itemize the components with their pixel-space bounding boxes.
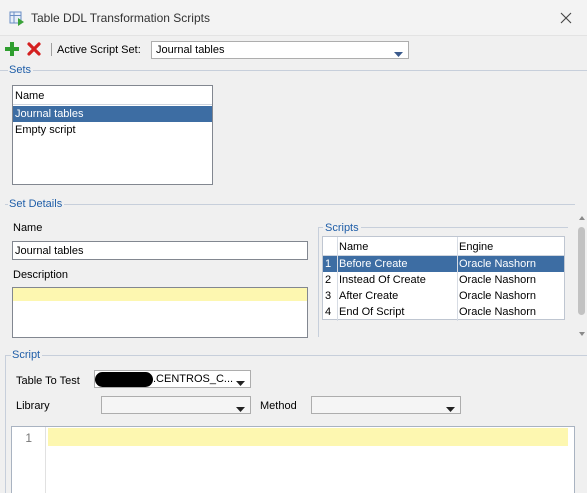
name-field-value: Journal tables	[15, 245, 84, 257]
delete-set-button[interactable]	[27, 42, 41, 56]
script-editor[interactable]: 1	[11, 426, 575, 493]
delete-x-icon	[27, 42, 41, 56]
active-script-set-label: Active Script Set:	[57, 44, 141, 56]
row-name: After Create	[339, 290, 399, 302]
row-engine: Oracle Nashorn	[459, 258, 537, 270]
row-engine: Oracle Nashorn	[459, 274, 537, 286]
title-bar: Table DDL Transformation Scripts	[0, 0, 587, 36]
table-to-test-value: .CENTROS_C...	[153, 373, 234, 385]
name-field[interactable]: Journal tables	[12, 241, 308, 260]
current-line-highlight	[13, 288, 307, 301]
column-header-engine[interactable]: Engine	[459, 241, 493, 253]
redaction-mark	[95, 372, 153, 387]
description-field[interactable]	[12, 287, 308, 338]
scripts-table-header: Name Engine	[323, 237, 564, 256]
row-number: 2	[325, 274, 332, 286]
sets-list-header: Name	[13, 86, 212, 105]
line-number-gutter: 1	[12, 427, 46, 493]
scroll-down-icon	[579, 332, 585, 336]
sets-section-title: Sets	[8, 63, 34, 77]
plus-icon	[5, 42, 19, 56]
list-item[interactable]: Empty script	[13, 122, 212, 138]
table-script-icon	[9, 10, 25, 26]
name-label: Name	[13, 222, 43, 234]
table-to-test-label: Table To Test	[16, 375, 80, 387]
chevron-down-icon	[236, 403, 245, 415]
column-header-name[interactable]: Name	[339, 241, 368, 253]
sets-section: Sets	[0, 63, 587, 77]
current-line-highlight	[48, 428, 568, 446]
sets-column-name: Name	[15, 90, 45, 102]
table-row[interactable]: 3 After Create Oracle Nashorn	[323, 288, 564, 304]
row-number: 1	[325, 258, 332, 270]
list-item-label: Empty script	[15, 124, 76, 136]
list-item-label: Journal tables	[15, 108, 84, 120]
details-scrollbar[interactable]	[576, 212, 587, 342]
script-title: Script	[11, 348, 43, 362]
table-row[interactable]: 1 Before Create Oracle Nashorn	[323, 256, 564, 272]
description-label: Description	[13, 269, 69, 281]
scripts-table: Name Engine 1 Before Create Oracle Nasho…	[322, 236, 565, 321]
active-script-set-select[interactable]: Journal tables	[151, 41, 409, 59]
row-engine: Oracle Nashorn	[459, 290, 537, 302]
sets-list[interactable]: Name Journal tables Empty script	[12, 85, 213, 185]
close-button[interactable]	[556, 8, 576, 28]
chevron-down-icon	[394, 48, 403, 60]
scroll-up-icon	[579, 216, 585, 220]
row-number: 3	[325, 290, 332, 302]
row-number: 4	[325, 306, 332, 318]
toolbar-separator	[51, 43, 52, 56]
column-divider	[337, 237, 338, 321]
set-details-section: Set Details	[5, 197, 575, 211]
column-divider	[457, 237, 458, 321]
scrollbar-thumb[interactable]	[578, 227, 585, 315]
method-label: Method	[260, 400, 297, 412]
active-script-set-value: Journal tables	[156, 44, 225, 56]
scripts-title: Scripts	[323, 221, 361, 235]
library-select[interactable]	[101, 396, 251, 414]
toolbar: Active Script Set: Journal tables	[0, 36, 587, 63]
add-set-button[interactable]	[5, 42, 19, 56]
list-item[interactable]: Journal tables	[13, 106, 212, 122]
window-title: Table DDL Transformation Scripts	[31, 11, 210, 25]
close-icon	[560, 12, 572, 24]
method-select[interactable]	[311, 396, 461, 414]
chevron-down-icon	[446, 403, 455, 415]
row-name: Before Create	[339, 258, 408, 270]
library-label: Library	[16, 400, 50, 412]
script-section: Script	[5, 348, 587, 362]
section-border	[5, 355, 6, 493]
table-row[interactable]: 2 Instead Of Create Oracle Nashorn	[323, 272, 564, 288]
row-name: End Of Script	[339, 306, 405, 318]
line-number: 1	[25, 431, 32, 445]
chevron-down-icon	[236, 377, 245, 389]
row-engine: Oracle Nashorn	[459, 306, 537, 318]
set-details-title: Set Details	[8, 197, 65, 211]
table-row[interactable]: 4 End Of Script Oracle Nashorn	[323, 304, 564, 320]
row-name: Instead Of Create	[339, 274, 426, 286]
